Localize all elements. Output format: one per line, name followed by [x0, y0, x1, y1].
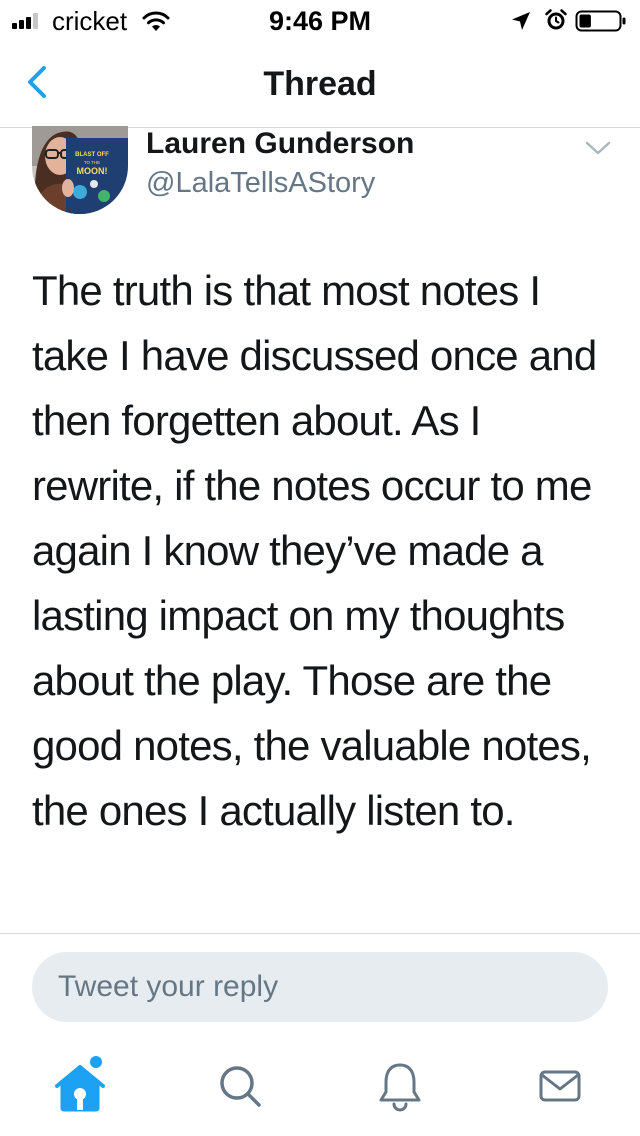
search-icon [220, 1066, 261, 1107]
navigation-bar: Thread [0, 40, 640, 128]
avatar-book-line-1: BLAST OFF [75, 152, 109, 158]
reply-input[interactable] [32, 952, 608, 1022]
chevron-down-icon [585, 141, 611, 155]
author-avatar[interactable]: BLAST OFF TO THE MOON! [32, 126, 128, 214]
avatar-book-line-2: TO THE [84, 160, 100, 165]
alarm-clock-icon [545, 9, 567, 30]
notification-dot [90, 1056, 102, 1068]
avatar-image: BLAST OFF TO THE MOON! [32, 126, 128, 214]
tab-notifications[interactable] [368, 1054, 432, 1118]
tab-home[interactable] [48, 1054, 112, 1118]
location-arrow-icon [512, 12, 530, 30]
tweet-menu-button[interactable] [580, 134, 616, 162]
tab-messages[interactable] [528, 1054, 592, 1118]
bell-icon [379, 1063, 421, 1112]
tab-bar [0, 1040, 640, 1136]
status-bar: cricket 9:46 PM [0, 0, 640, 40]
author-handle[interactable]: @LalaTellsAStory [146, 166, 375, 200]
battery-icon [575, 10, 626, 32]
avatar-book-line-3: MOON! [77, 166, 108, 176]
page-title: Thread [263, 65, 377, 103]
tweet-text: The truth is that most notes I take I ha… [32, 267, 597, 834]
author-name[interactable]: Lauren Gunderson [146, 126, 414, 162]
divider [0, 933, 640, 934]
home-icon [55, 1065, 105, 1112]
tab-search[interactable] [208, 1054, 272, 1118]
mail-icon [539, 1070, 581, 1102]
